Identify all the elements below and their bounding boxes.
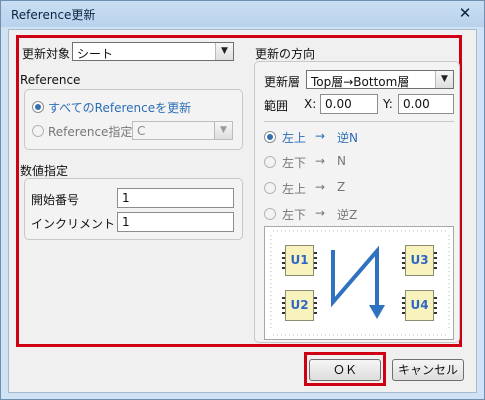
radio-specify-reference[interactable] (32, 125, 44, 137)
direction-title: 更新の方向 (255, 47, 316, 61)
layer-selected-value: Top層→Bottom層 (311, 75, 410, 89)
x-input[interactable]: 0.00 (320, 94, 378, 114)
option-3-from: 左上 (282, 182, 307, 196)
radio-upper-left-reverse-n[interactable] (264, 131, 276, 143)
range-label: 範囲 (264, 99, 289, 113)
direction-diagram: U1 U2 U3 U4 (264, 226, 454, 340)
radio-update-all[interactable] (32, 101, 44, 113)
divider (264, 121, 454, 122)
option-3-arrow: → (315, 180, 326, 194)
close-icon[interactable]: ✕ (456, 4, 474, 22)
window-title: Reference更新 (11, 8, 96, 22)
option-1-to: 逆N (337, 131, 358, 145)
reference-selected-value: C (137, 124, 146, 138)
x-label: X: (304, 97, 317, 111)
y-label: Y: (383, 97, 393, 111)
y-value: 0.00 (403, 97, 430, 111)
target-select[interactable]: シート ▼ (72, 42, 234, 61)
layer-select[interactable]: Top層→Bottom層 ▼ (306, 70, 454, 89)
start-number-value: 1 (122, 191, 130, 205)
highlight-ok-button (304, 352, 386, 386)
increment-value: 1 (122, 215, 130, 229)
layer-label: 更新層 (264, 75, 301, 89)
chevron-down-icon: ▼ (214, 122, 232, 139)
option-4-from: 左下 (282, 208, 307, 222)
start-number-input[interactable]: 1 (117, 188, 234, 208)
increment-input[interactable]: 1 (117, 212, 234, 232)
numeric-group-title: 数値指定 (20, 164, 69, 178)
reverse-n-path-icon (270, 230, 450, 336)
chevron-down-icon: ▼ (215, 43, 233, 60)
reference-select[interactable]: C ▼ (132, 121, 233, 140)
option-1-from: 左上 (282, 131, 307, 145)
cancel-button[interactable]: キャンセル (392, 359, 464, 381)
option-4-to: 逆Z (337, 208, 358, 222)
x-value: 0.00 (325, 97, 352, 111)
radio-specify-reference-label: Reference指定 (48, 125, 133, 139)
option-3-to: Z (337, 180, 346, 194)
option-2-from: 左下 (282, 156, 307, 170)
radio-upper-left-z[interactable] (264, 182, 276, 194)
chevron-down-icon: ▼ (435, 71, 453, 88)
option-1-arrow: → (315, 129, 326, 143)
option-2-arrow: → (315, 154, 326, 168)
start-number-label: 開始番号 (31, 193, 80, 207)
target-selected-value: シート (77, 47, 114, 61)
increment-label: インクリメント (31, 217, 116, 231)
target-label: 更新対象 (22, 47, 71, 61)
radio-update-all-label: すべてのReferenceを更新 (48, 101, 192, 115)
radio-lower-left-n[interactable] (264, 156, 276, 168)
option-2-to: N (337, 154, 346, 168)
option-4-arrow: → (315, 206, 326, 220)
y-input[interactable]: 0.00 (398, 94, 454, 114)
radio-lower-left-reverse-z[interactable] (264, 208, 276, 220)
reference-group-title: Reference (20, 73, 81, 87)
title-bar: Reference更新 ✕ (1, 1, 484, 27)
